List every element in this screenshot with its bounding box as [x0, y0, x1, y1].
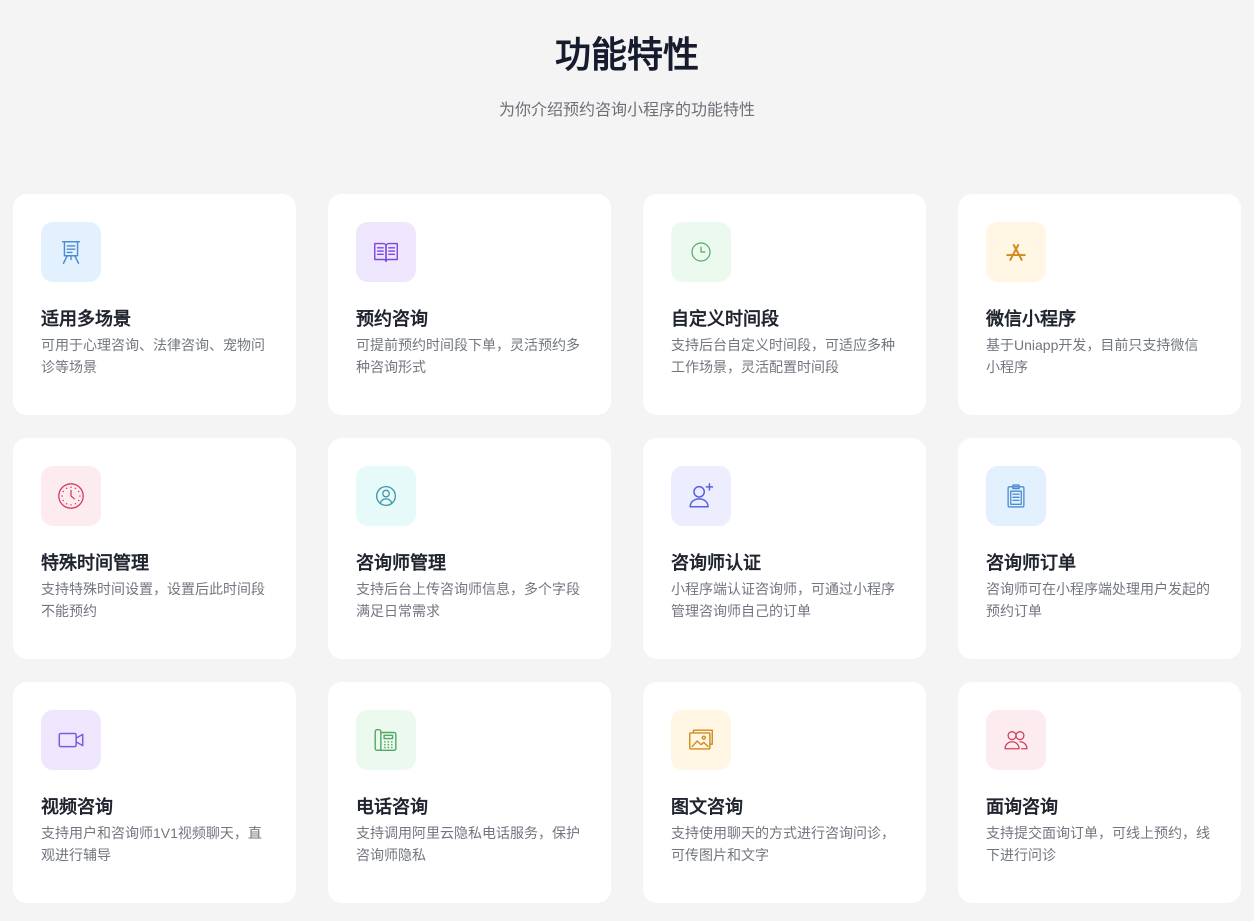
feature-icon-box: [41, 222, 101, 282]
video-camera-icon: [58, 732, 84, 748]
feature-title: 视频咨询: [41, 797, 113, 817]
feature-icon-box: [356, 466, 416, 526]
feature-title: 电话咨询: [356, 797, 428, 817]
image-gallery-icon: [689, 729, 713, 750]
feature-title: 自定义时间段: [671, 309, 779, 329]
feature-card: 自定义时间段 支持后台自定义时间段，可适应多种工作场景，灵活配置时间段: [643, 194, 926, 415]
timer-clock-icon: [58, 483, 84, 509]
feature-description: 支持提交面询订单，可线上预约，线下进行问诊: [986, 825, 1210, 863]
feature-description: 支持使用聊天的方式进行咨询问诊，可传图片和文字: [671, 825, 895, 863]
feature-description: 小程序端认证咨询师，可通过小程序管理咨询师自己的订单: [671, 581, 895, 619]
feature-card: 面询咨询 支持提交面询订单，可线上预约，线下进行问诊: [958, 682, 1241, 903]
feature-description: 支持特殊时间设置，设置后此时间段不能预约: [41, 581, 265, 619]
feature-title: 咨询师订单: [986, 553, 1076, 573]
feature-icon-box: [356, 222, 416, 282]
page-title: 功能特性: [554, 34, 699, 75]
feature-description: 支持用户和咨询师1V1视频聊天，直观进行辅导: [41, 825, 262, 863]
open-book-icon: [374, 242, 398, 263]
feature-card: 电话咨询 支持调用阿里云隐私电话服务，保护咨询师隐私: [328, 682, 611, 903]
feature-card: 预约咨询 可提前预约时间段下单，灵活预约多种咨询形式: [328, 194, 611, 415]
feature-card: 图文咨询 支持使用聊天的方式进行咨询问诊，可传图片和文字: [643, 682, 926, 903]
feature-description: 可提前预约时间段下单，灵活预约多种咨询形式: [356, 337, 580, 375]
feature-description: 支持调用阿里云隐私电话服务，保护咨询师隐私: [356, 825, 580, 863]
feature-icon-box: [41, 466, 101, 526]
feature-title: 微信小程序: [986, 309, 1076, 329]
desk-phone-icon: [374, 728, 397, 752]
feature-description: 基于Uniapp开发，目前只支持微信小程序: [986, 337, 1199, 375]
clock-icon: [691, 242, 711, 262]
users-icon: [1004, 731, 1028, 750]
feature-icon-box: [986, 710, 1046, 770]
feature-title: 咨询师管理: [356, 553, 446, 573]
feature-card: 适用多场景 可用于心理咨询、法律咨询、宠物问诊等场景: [13, 194, 296, 415]
clipboard-icon: [1007, 484, 1025, 508]
feature-description: 咨询师可在小程序端处理用户发起的预约订单: [986, 581, 1210, 619]
feature-icon-box: [671, 222, 731, 282]
page-subtitle: 为你介绍预约咨询小程序的功能特性: [498, 102, 755, 119]
feature-icon-box: [356, 710, 416, 770]
feature-title: 预约咨询: [356, 309, 428, 329]
feature-icon-box: [986, 466, 1046, 526]
feature-card: 咨询师订单 咨询师可在小程序端处理用户发起的预约订单: [958, 438, 1241, 659]
feature-icon-box: [986, 222, 1046, 282]
feature-description: 支持后台自定义时间段，可适应多种工作场景，灵活配置时间段: [671, 337, 895, 375]
feature-icon-box: [671, 466, 731, 526]
feature-icon-box: [671, 710, 731, 770]
feature-card: 微信小程序 基于Uniapp开发，目前只支持微信小程序: [958, 194, 1241, 415]
feature-card: 视频咨询 支持用户和咨询师1V1视频聊天，直观进行辅导: [13, 682, 296, 903]
feature-description: 支持后台上传咨询师信息，多个字段满足日常需求: [356, 581, 580, 619]
feature-card: 特殊时间管理 支持特殊时间设置，设置后此时间段不能预约: [13, 438, 296, 659]
feature-title: 适用多场景: [41, 309, 131, 329]
feature-title: 特殊时间管理: [41, 553, 149, 573]
feature-card: 咨询师认证 小程序端认证咨询师，可通过小程序管理咨询师自己的订单: [643, 438, 926, 659]
easel-board-icon: [61, 240, 81, 264]
app-store-icon: [1006, 244, 1026, 261]
feature-card: 咨询师管理 支持后台上传咨询师信息，多个字段满足日常需求: [328, 438, 611, 659]
feature-description: 可用于心理咨询、法律咨询、宠物问诊等场景: [41, 337, 265, 375]
feature-title: 图文咨询: [671, 797, 743, 817]
user-circle-icon: [376, 486, 396, 506]
feature-title: 面询咨询: [986, 797, 1058, 817]
user-plus-icon: [689, 483, 714, 508]
features-grid: 适用多场景 可用于心理咨询、法律咨询、宠物问诊等场景 预约咨询 可提前预约时间段…: [13, 194, 1241, 903]
feature-icon-box: [41, 710, 101, 770]
feature-title: 咨询师认证: [671, 553, 761, 573]
